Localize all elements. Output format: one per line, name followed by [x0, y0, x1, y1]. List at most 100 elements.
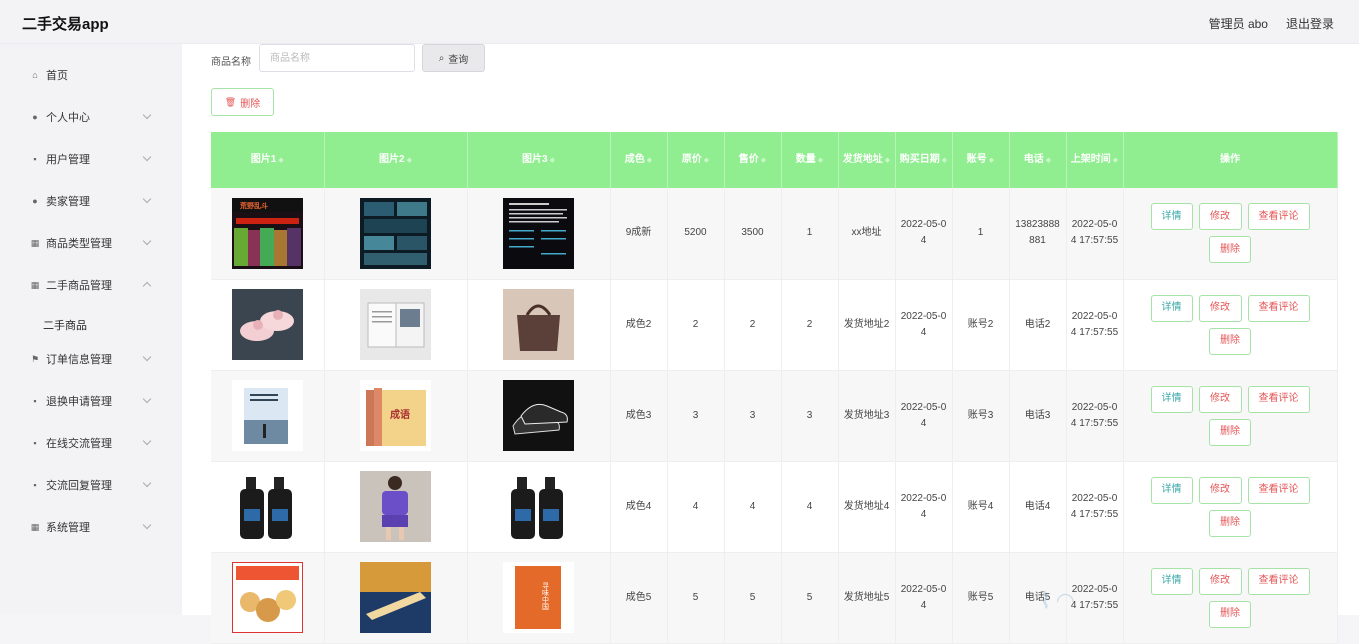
sort-icon[interactable]: ◆ [647, 157, 652, 164]
view-reviews-button[interactable]: 查看评论 [1247, 385, 1310, 413]
column-header[interactable]: 图片2 ◆ [324, 132, 468, 188]
edit-button[interactable]: 修改 [1198, 294, 1242, 322]
product-image-idiom-books[interactable]: 成语 [360, 380, 431, 451]
sort-icon[interactable]: ◆ [550, 157, 555, 164]
product-image-pink-shoes[interactable] [231, 289, 303, 360]
actions-cell: 详情 修改 查看评论 删除 [1123, 461, 1338, 553]
cell-buy-date: 2022-05-04 [895, 188, 953, 280]
product-image-black-sneakers[interactable] [503, 380, 574, 451]
reply-icon: ▪ [33, 480, 37, 490]
product-image-snack-box[interactable] [231, 562, 303, 633]
sort-icon[interactable]: ◆ [1113, 157, 1118, 164]
submenu-item-secondhand-goods[interactable]: 二手商品 [43, 317, 87, 333]
column-header[interactable]: 上架时间 ◆ [1066, 132, 1124, 188]
sidebar-item-orders[interactable]: ⚑ 订单信息管理 [0, 338, 182, 380]
search-button[interactable]: ⌕ 查询 [422, 44, 485, 72]
column-header[interactable]: 原价 ◆ [667, 132, 725, 188]
product-image-text-screenshot[interactable] [503, 197, 574, 269]
view-reviews-button[interactable]: 查看评论 [1247, 567, 1310, 595]
home-icon: ⌂ [32, 70, 38, 80]
search-button-label: 查询 [448, 54, 469, 66]
svg-text:成语: 成语 [390, 408, 410, 421]
sidebar-item-categories[interactable]: ▦ 商品类型管理 [0, 222, 182, 264]
sidebar-item-sellers[interactable]: ● 卖家管理 [0, 180, 182, 222]
cell-buy-date: 2022-05-04 [895, 461, 953, 553]
cell-phone: 13823888881 [1009, 188, 1067, 280]
detail-button[interactable]: 详情 [1150, 294, 1193, 322]
edit-button[interactable]: 修改 [1198, 203, 1242, 231]
sidebar-item-system[interactable]: ▦ 系统管理 [0, 506, 182, 548]
sidebar-item-users[interactable]: ▪ 用户管理 [0, 138, 182, 180]
product-image-mens-facewash[interactable] [503, 471, 574, 542]
product-image-kayak-painting[interactable] [360, 562, 431, 633]
view-reviews-button[interactable]: 查看评论 [1247, 203, 1310, 231]
view-reviews-button[interactable]: 查看评论 [1247, 294, 1310, 322]
image-cell [467, 279, 611, 371]
sidebar-item-chat[interactable]: ▪ 在线交流管理 [0, 422, 182, 464]
sort-icon[interactable]: ◆ [407, 157, 412, 164]
table-row: 成色4 4 4 4 发货地址4 2022-05-04 账号4 电话4 2022-05-04 17… [211, 461, 1338, 553]
sort-icon[interactable]: ◆ [704, 157, 709, 164]
delete-row-button[interactable]: 删除 [1209, 600, 1251, 628]
detail-button[interactable]: 详情 [1150, 567, 1193, 595]
image-cell [324, 461, 468, 553]
column-header[interactable]: 发货地址 ◆ [838, 132, 896, 188]
product-image-orange-book[interactable]: 寻味中国 [503, 562, 574, 633]
delete-row-button[interactable]: 删除 [1209, 418, 1251, 446]
column-header-actions: 操作 [1123, 132, 1338, 188]
product-image-open-magazine[interactable] [360, 289, 431, 360]
edit-button[interactable]: 修改 [1198, 567, 1242, 595]
chevron-down-icon [142, 236, 152, 246]
column-header[interactable]: 图片3 ◆ [467, 132, 611, 188]
column-header[interactable]: 图片1 ◆ [211, 132, 325, 188]
detail-button[interactable]: 详情 [1150, 385, 1193, 413]
product-image-purple-outfit[interactable] [360, 471, 431, 542]
edit-button[interactable]: 修改 [1198, 476, 1242, 504]
edit-button[interactable]: 修改 [1198, 385, 1242, 413]
delete-row-button[interactable]: 删除 [1209, 509, 1251, 537]
sidebar-item-label: 首页 [46, 70, 68, 82]
sort-icon[interactable]: ◆ [942, 157, 947, 164]
image-cell [211, 279, 325, 371]
cell-sale-price: 4 [724, 461, 782, 553]
sidebar-item-replies[interactable]: ▪ 交流回复管理 [0, 464, 182, 506]
delete-row-button[interactable]: 删除 [1209, 327, 1251, 355]
sidebar-item-home[interactable]: ⌂ 首页 [0, 54, 182, 96]
sidebar-item-personal[interactable]: ● 个人中心 [0, 96, 182, 138]
product-image-brown-handbag[interactable] [503, 289, 574, 360]
sidebar-item-goods[interactable]: ▦ 二手商品管理 [0, 264, 182, 306]
detail-button[interactable]: 详情 [1150, 476, 1193, 504]
cell-original-price: 5200 [667, 188, 725, 280]
delete-button-label: 删除 [240, 98, 261, 110]
column-header[interactable]: 数量 ◆ [781, 132, 839, 188]
search-input[interactable] [259, 44, 415, 72]
column-header[interactable]: 电话 ◆ [1009, 132, 1067, 188]
logout-link[interactable]: 退出登录 [1286, 15, 1334, 32]
product-image-book-cover[interactable] [231, 380, 303, 451]
sort-icon[interactable]: ◆ [1046, 157, 1051, 164]
column-header[interactable]: 售价 ◆ [724, 132, 782, 188]
sort-icon[interactable]: ◆ [278, 157, 283, 164]
product-image-game-poster[interactable]: 荒野乱斗 [231, 197, 303, 269]
batch-delete-button[interactable]: 🗑 删除 [211, 88, 274, 116]
view-reviews-button[interactable]: 查看评论 [1247, 476, 1310, 504]
sidebar-item-returns[interactable]: ▪ 退换申请管理 [0, 380, 182, 422]
column-header[interactable]: 成色 ◆ [610, 132, 668, 188]
sort-icon[interactable]: ◆ [885, 157, 890, 164]
detail-button[interactable]: 详情 [1150, 203, 1193, 231]
product-image-mens-facewash[interactable] [231, 471, 303, 542]
chevron-down-icon [142, 394, 152, 404]
admin-user-label[interactable]: 管理员 abo [1209, 15, 1268, 32]
svg-text:荒野乱斗: 荒野乱斗 [239, 201, 268, 210]
delete-row-button[interactable]: 删除 [1209, 236, 1251, 264]
seller-icon: ● [32, 196, 38, 206]
cell-original-price: 5 [667, 552, 725, 644]
column-header[interactable]: 账号 ◆ [952, 132, 1010, 188]
sort-icon[interactable]: ◆ [761, 157, 766, 164]
cell-phone: 电话4 [1009, 461, 1067, 553]
product-image-dark-tech-collage[interactable] [360, 197, 431, 269]
sort-icon[interactable]: ◆ [989, 157, 994, 164]
sort-icon[interactable]: ◆ [818, 157, 823, 164]
goods-icon: ▦ [30, 280, 40, 290]
column-header[interactable]: 购买日期 ◆ [895, 132, 953, 188]
